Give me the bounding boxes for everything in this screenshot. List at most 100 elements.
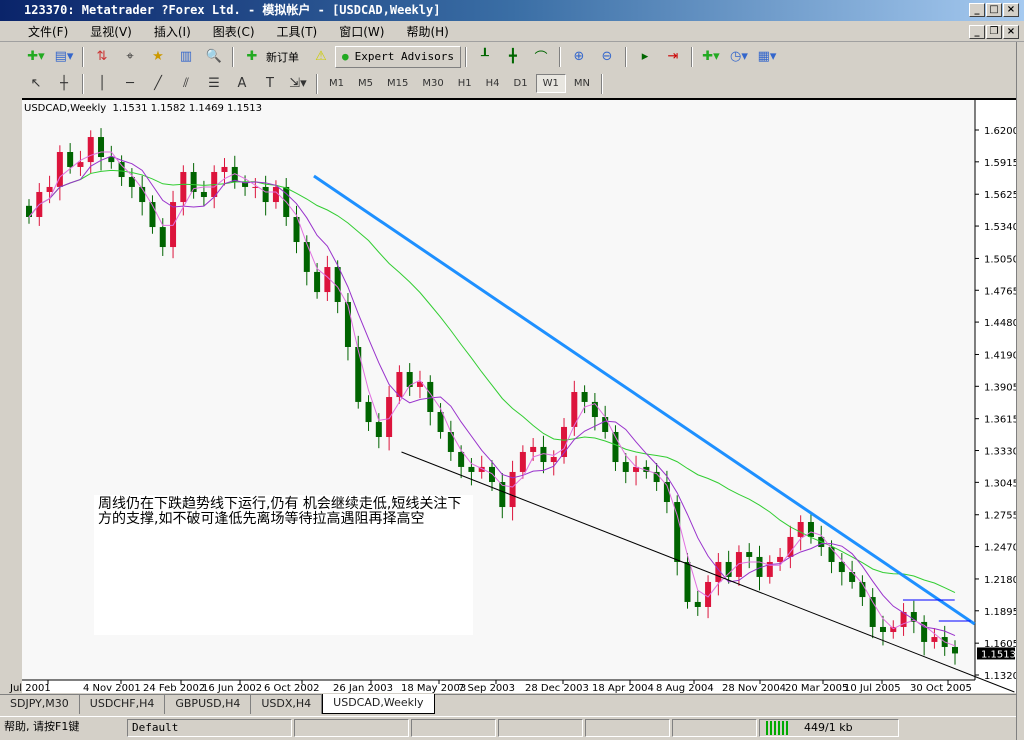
timeframe-m5[interactable]: M5 <box>352 75 379 92</box>
x-tick-label: 28 Nov 2004 <box>722 683 786 694</box>
new-chart-icon[interactable]: ✚▾ <box>25 46 47 68</box>
separator <box>82 46 84 67</box>
timeframe-m30[interactable]: M30 <box>416 75 449 92</box>
tab-usdjpy-m30[interactable]: SDJPY,M30 <box>0 695 80 714</box>
connection-status: 449/1 kb <box>759 718 899 737</box>
strategy-tester-icon[interactable]: 🔍 <box>203 46 225 68</box>
timeframe-d1[interactable]: D1 <box>508 75 534 92</box>
window-scrollbar[interactable] <box>1016 42 1024 740</box>
candle-body <box>355 346 362 402</box>
tab-usdcad-weekly[interactable]: USDCAD,Weekly <box>322 694 435 714</box>
expert-advisors-button[interactable]: ● Expert Advisors <box>335 45 461 68</box>
arrows-icon[interactable]: ⇲▾ <box>287 73 309 95</box>
menu-window[interactable]: 窗口(W) <box>339 23 384 40</box>
menu-charts[interactable]: 图表(C) <box>213 23 255 40</box>
auto-scroll-icon[interactable]: ▸ <box>634 46 656 68</box>
y-tick-label: 1.4480 <box>984 318 1019 329</box>
menu-help[interactable]: 帮助(H) <box>406 23 448 40</box>
trendline-icon[interactable]: ╱ <box>147 73 169 95</box>
tab-usdchf-h4[interactable]: USDCHF,H4 <box>80 695 166 714</box>
analysis-annotation: 周线仍在下跌趋势线下运行,仍有 机会继续走低,短线关注下方的支撑,如不破可逢低先… <box>94 495 473 635</box>
x-tick-label: 7 Sep 2003 <box>458 683 515 694</box>
candle-body <box>879 626 886 633</box>
child-minimize-button[interactable]: _ <box>969 25 985 39</box>
x-tick-label: 10 Jul 2005 <box>844 683 901 694</box>
x-tick-label: 18 Apr 2004 <box>592 683 654 694</box>
child-restore-button[interactable]: ❐ <box>986 25 1002 39</box>
new-order-icon[interactable]: ✚ <box>241 46 263 68</box>
terminal-icon[interactable]: ▥ <box>175 46 197 68</box>
equidistant-channel-icon[interactable]: ⫽ <box>175 73 197 95</box>
market-watch-icon[interactable]: ⇅ <box>91 46 113 68</box>
candle-body <box>519 451 526 472</box>
zoom-out-icon[interactable]: ⊖ <box>596 46 618 68</box>
navigator-icon[interactable]: ★ <box>147 46 169 68</box>
x-tick-label: 24 Feb 2002 <box>143 683 205 694</box>
candlestick-icon[interactable]: ╋ <box>502 46 524 68</box>
timeframe-m1[interactable]: M1 <box>323 75 350 92</box>
zoom-in-icon[interactable]: ⊕ <box>568 46 590 68</box>
candle-body <box>77 162 84 167</box>
candle-body <box>262 186 269 203</box>
candle-body <box>931 637 938 642</box>
tab-usdx-h4[interactable]: USDX,H4 <box>251 695 323 714</box>
y-tick-label: 1.2180 <box>984 575 1019 586</box>
chart-shift-icon[interactable]: ⇥ <box>662 46 684 68</box>
candle-body <box>725 561 732 577</box>
maximize-button[interactable]: □ <box>986 3 1002 17</box>
candle-body <box>746 552 753 557</box>
separator <box>316 73 318 94</box>
crosshair-data-window-icon[interactable]: ⌖ <box>119 46 141 68</box>
y-tick-label: 1.5050 <box>984 254 1019 265</box>
candle-body <box>530 446 537 452</box>
separator <box>690 46 693 67</box>
status-cell <box>672 718 757 737</box>
text-icon[interactable]: A <box>231 73 253 95</box>
cursor-icon[interactable]: ↖ <box>25 73 47 95</box>
timeframe-m15[interactable]: M15 <box>381 75 414 92</box>
bar-chart-icon[interactable]: ┸ <box>474 46 496 68</box>
status-cell <box>294 718 409 737</box>
current-price-label: 1.1513 <box>981 649 1016 660</box>
candle-body <box>674 502 681 562</box>
timeframe-h1[interactable]: H1 <box>452 75 478 92</box>
tab-gbpusd-h4[interactable]: GBPUSD,H4 <box>165 695 252 714</box>
line-chart-icon[interactable]: ⌒ <box>530 46 552 68</box>
profiles-icon[interactable]: ▤▾ <box>53 46 75 68</box>
expert-advisors-icon: ● <box>342 50 349 63</box>
menu-bar: 文件(F) 显视(V) 插入(I) 图表(C) 工具(T) 窗口(W) 帮助(H… <box>0 21 1024 42</box>
menu-tools[interactable]: 工具(T) <box>277 23 318 40</box>
y-tick-label: 1.1895 <box>984 607 1019 618</box>
fibonacci-icon[interactable]: ☰ <box>203 73 225 95</box>
templates-icon[interactable]: ▦▾ <box>756 46 778 68</box>
minimize-button[interactable]: _ <box>969 3 985 17</box>
new-order-button[interactable]: 新订单 <box>266 49 299 65</box>
candle-body <box>98 137 105 158</box>
symbol-label: USDCAD,Weekly <box>24 103 107 114</box>
horizontal-line-icon[interactable]: ─ <box>119 73 141 95</box>
candle-body <box>458 451 465 467</box>
close-button[interactable]: × <box>1003 3 1019 17</box>
warning-icon[interactable]: ⚠ <box>310 46 332 68</box>
menu-file[interactable]: 文件(F) <box>28 23 68 40</box>
vertical-line-icon[interactable]: │ <box>91 73 113 95</box>
text-label-icon[interactable]: T <box>259 73 281 95</box>
menu-view[interactable]: 显视(V) <box>90 23 132 40</box>
y-tick-label: 1.3045 <box>984 478 1019 489</box>
timeframe-mn[interactable]: MN <box>568 75 596 92</box>
candle-body <box>200 191 207 198</box>
periods-icon[interactable]: ◷▾ <box>728 46 750 68</box>
child-close-button[interactable]: × <box>1003 25 1019 39</box>
candle-body <box>489 466 495 483</box>
candle-body <box>602 417 609 432</box>
chart-window[interactable]: 1.6200 1.5915 1.5625 1.5340 1.5050 1.4765 1.44… <box>9 98 1019 694</box>
ohlc-values: 1.1531 1.1582 1.1469 1.1513 <box>112 103 263 114</box>
menu-insert[interactable]: 插入(I) <box>154 23 191 40</box>
crosshair-icon[interactable]: ┼ <box>53 73 75 95</box>
timeframe-w1[interactable]: W1 <box>535 74 566 93</box>
separator <box>558 46 561 67</box>
timeframe-h4[interactable]: H4 <box>480 75 506 92</box>
candle-body <box>735 552 742 577</box>
indicators-icon[interactable]: ✚▾ <box>700 46 722 68</box>
separator <box>624 46 627 67</box>
